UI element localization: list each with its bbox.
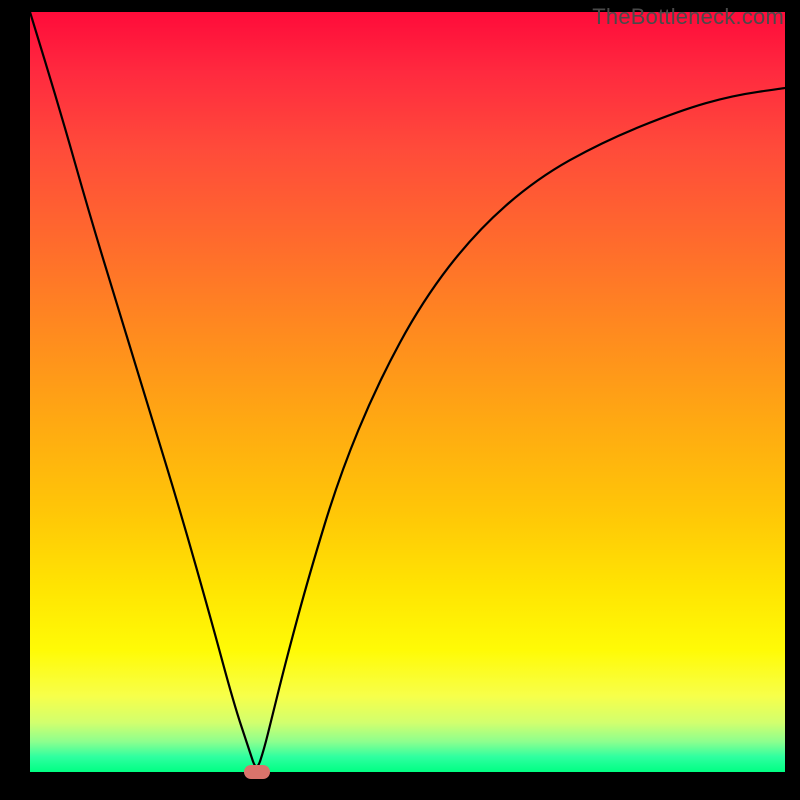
bottleneck-curve bbox=[30, 12, 785, 766]
curve-svg bbox=[30, 12, 785, 772]
min-marker bbox=[244, 765, 270, 779]
watermark-text: TheBottleneck.com bbox=[592, 4, 784, 30]
plot-area bbox=[30, 12, 785, 772]
chart-frame: TheBottleneck.com bbox=[0, 0, 800, 800]
